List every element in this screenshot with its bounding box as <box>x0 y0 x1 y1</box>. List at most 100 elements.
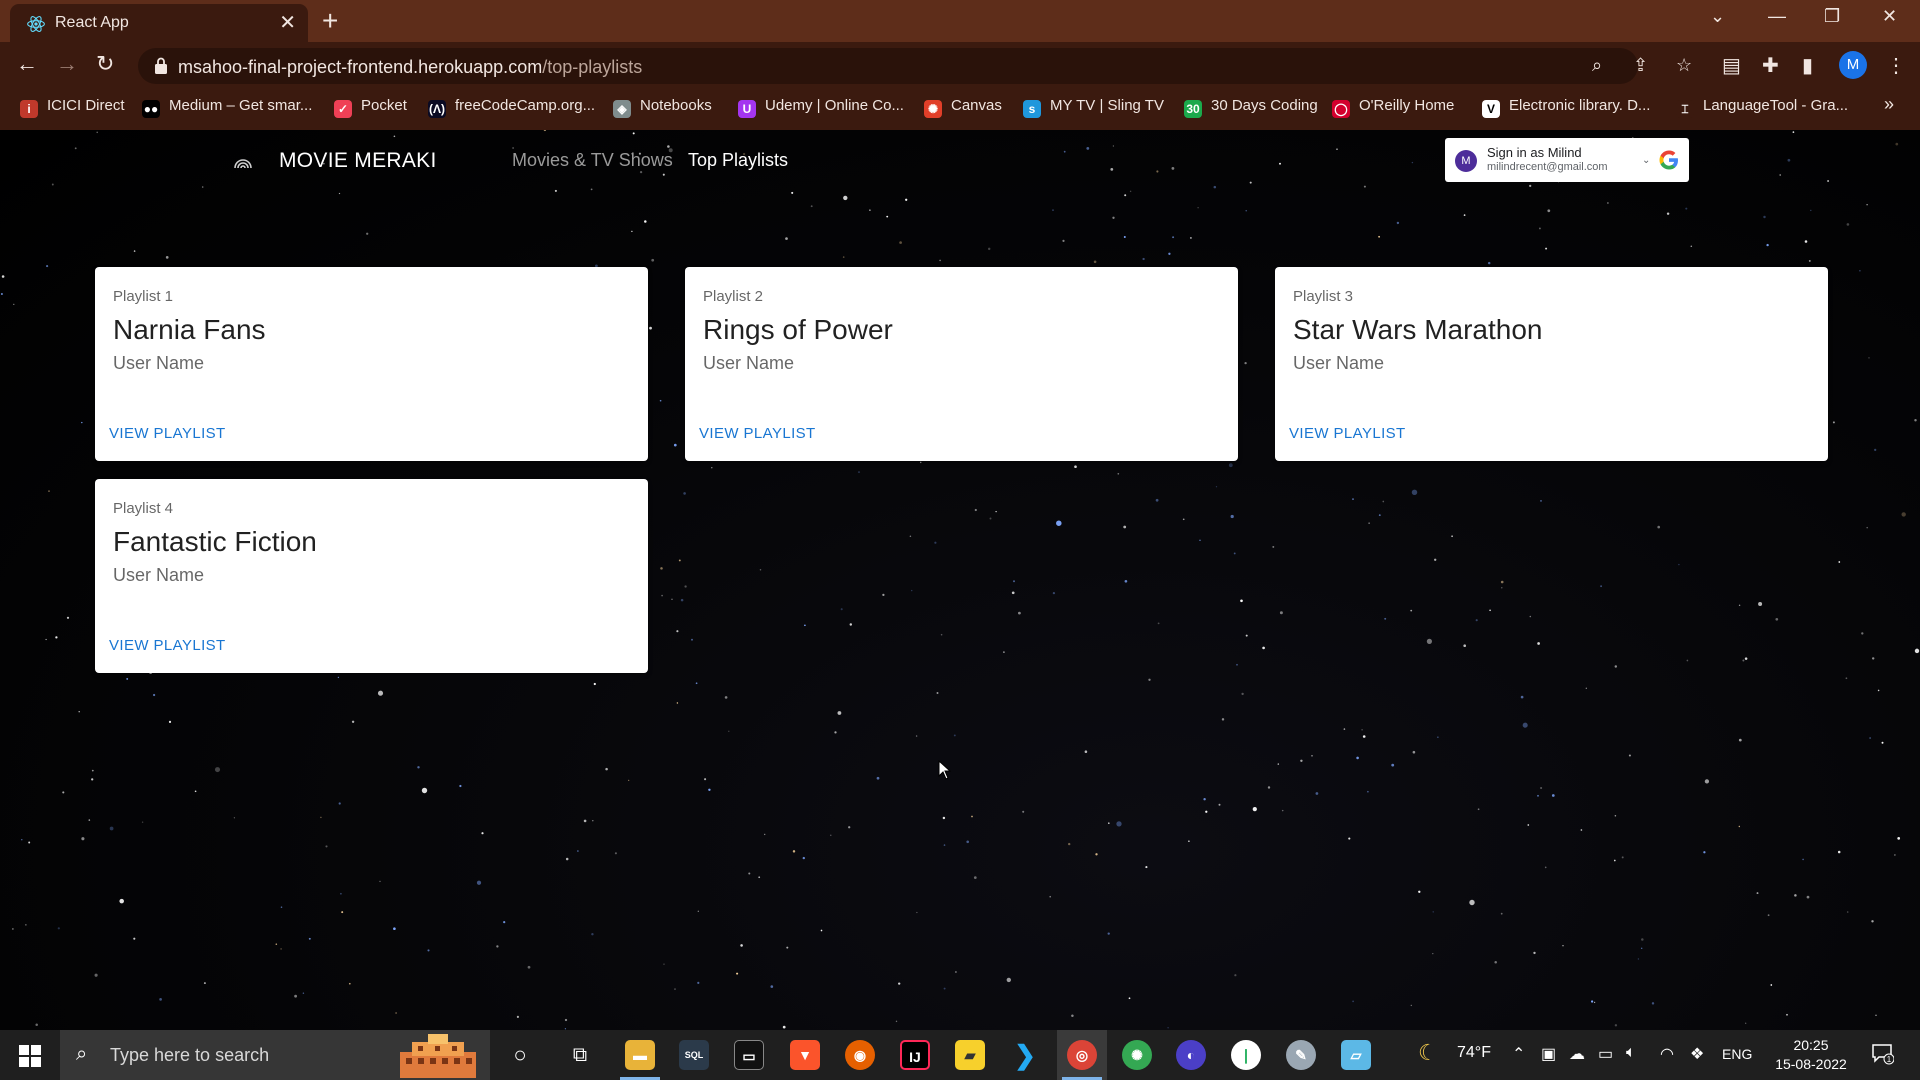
view-playlist-button[interactable]: VIEW PLAYLIST <box>109 637 226 654</box>
google-avatar: M <box>1455 150 1477 172</box>
dropbox-icon[interactable]: ❖ <box>1690 1044 1704 1064</box>
bookmark-item[interactable]: ⌶ LanguageTool - Gra... <box>1676 90 1848 122</box>
bookmark-label: 30 Days Coding <box>1211 97 1318 114</box>
notification-center-icon[interactable]: 1 <box>1870 1041 1894 1065</box>
reload-icon[interactable]: ↻ <box>96 51 114 77</box>
playlist-number: Playlist 1 <box>113 288 174 305</box>
wifi-icon[interactable]: ◠ <box>1660 1044 1674 1064</box>
bookmark-favicon-icon: ◈ <box>613 100 631 118</box>
tab-search-icon[interactable]: ⌄ <box>1710 6 1725 27</box>
bookmarks-bar: i ICICI Direct ●● Medium – Get smar... ✓ Pock… <box>0 90 1920 130</box>
bookmark-favicon-icon: ✓ <box>334 100 352 118</box>
atom-icon[interactable]: ✺ <box>1122 1040 1152 1070</box>
restore-icon[interactable]: ❐ <box>1824 6 1840 27</box>
forward-icon[interactable]: → <box>56 51 78 77</box>
close-window-icon[interactable]: ✕ <box>1882 6 1897 27</box>
bookmark-label: O'Reilly Home <box>1359 97 1455 114</box>
tab-title: React App <box>55 14 129 31</box>
brand-title[interactable]: MOVIE MERAKI <box>279 149 437 173</box>
bookmark-label: freeCodeCamp.org... <box>455 97 596 114</box>
profile-avatar[interactable]: M <box>1839 51 1867 79</box>
nav-movies-tv[interactable]: Movies & TV Shows <box>512 150 673 171</box>
bookmark-favicon-icon: ⌶ <box>1676 100 1694 118</box>
view-playlist-button[interactable]: VIEW PLAYLIST <box>1289 425 1406 442</box>
language-indicator[interactable]: ENG <box>1722 1046 1752 1062</box>
vscode-icon[interactable]: ❯ <box>1010 1040 1040 1070</box>
onedrive-icon[interactable]: ☁ <box>1569 1044 1585 1064</box>
weather-moon-icon[interactable]: ☾ <box>1418 1040 1438 1066</box>
bookmark-item[interactable]: ◯ O'Reilly Home <box>1332 90 1454 122</box>
new-tab-icon[interactable]: + <box>322 5 338 37</box>
menu-kebab-icon[interactable]: ⋮ <box>1886 53 1906 78</box>
file-explorer-icon[interactable]: ▬ <box>625 1040 655 1070</box>
playlist-card: Playlist 4 Fantastic Fiction User Name V… <box>95 479 648 673</box>
bookmark-item[interactable]: ✺ Canvas <box>924 90 1002 122</box>
bookmark-item[interactable]: U Udemy | Online Co... <box>738 90 904 122</box>
bookmark-item[interactable]: ✓ Pocket <box>334 90 407 122</box>
google-signin-email: milindrecent@gmail.com <box>1487 161 1608 173</box>
taskbar-search-placeholder: Type here to search <box>110 1045 270 1065</box>
playlist-card: Playlist 2 Rings of Power User Name VIEW… <box>685 267 1238 461</box>
bookmark-item[interactable]: ●● Medium – Get smar... <box>142 90 312 122</box>
notepad-icon[interactable]: ▱ <box>1341 1040 1371 1070</box>
playlist-user: User Name <box>113 353 205 373</box>
minimize-icon[interactable]: — <box>1768 6 1786 27</box>
bookmark-item[interactable]: i ICICI Direct <box>20 90 125 122</box>
bookmark-favicon-icon: ●● <box>142 100 160 118</box>
bookmark-label: MY TV | Sling TV <box>1050 97 1164 114</box>
tab-close-icon[interactable]: ✕ <box>279 10 296 35</box>
bookmark-star-icon[interactable]: ☆ <box>1676 55 1692 76</box>
bookmark-item[interactable]: ◈ Notebooks <box>613 90 712 122</box>
weather-temperature[interactable]: 74°F <box>1457 1044 1491 1062</box>
nav-top-playlists[interactable]: Top Playlists <box>688 150 788 171</box>
volume-icon[interactable]: 🔈︎ <box>1626 1044 1636 1062</box>
meet-now-icon[interactable]: ▣ <box>1541 1044 1556 1064</box>
bookmark-item[interactable]: s MY TV | Sling TV <box>1023 90 1164 122</box>
url-path: /top-playlists <box>542 57 643 77</box>
zoom-icon[interactable]: ⌕ <box>1592 55 1602 76</box>
windows-start-icon[interactable] <box>19 1045 41 1067</box>
playlist-title: Rings of Power <box>703 314 893 345</box>
address-bar[interactable]: msahoo-final-project-frontend.herokuapp.… <box>138 48 1692 84</box>
brave-icon[interactable]: ▼ <box>790 1040 820 1070</box>
mysql-workbench-icon[interactable]: SQL <box>679 1040 709 1070</box>
firefox-icon[interactable]: ◉ <box>845 1040 875 1070</box>
playlist-card: Playlist 3 Star Wars Marathon User Name … <box>1275 267 1828 461</box>
back-icon[interactable]: ← <box>16 51 38 77</box>
side-panel-icon[interactable]: ▮ <box>1802 53 1813 78</box>
extensions-puzzle-icon[interactable]: ✚ <box>1762 53 1779 78</box>
browser-tab[interactable]: React App ✕ <box>10 4 308 42</box>
chrome-icon[interactable]: ◎ <box>1067 1040 1097 1070</box>
chevron-down-icon: ⌄ <box>1642 155 1651 166</box>
share-icon[interactable]: ⇪ <box>1633 55 1648 76</box>
bookmarks-overflow-icon[interactable]: » <box>1884 94 1894 115</box>
google-signin-title: Sign in as Milind <box>1487 145 1582 160</box>
playlist-user: User Name <box>113 565 205 585</box>
task-view-icon[interactable]: ⧉ <box>565 1040 595 1070</box>
mouse-cursor-icon <box>938 760 952 780</box>
mongodb-compass-icon[interactable]: ❘ <box>1231 1040 1261 1070</box>
paint-icon[interactable]: ✎ <box>1286 1040 1316 1070</box>
lock-icon <box>155 57 167 74</box>
battery-icon[interactable]: ▭ <box>1598 1044 1613 1064</box>
cortana-icon[interactable]: ○ <box>505 1040 535 1070</box>
bookmark-item[interactable]: V Electronic library. D... <box>1482 90 1650 122</box>
google-signin-button[interactable]: M Sign in as Milind milindrecent@gmail.c… <box>1445 138 1689 182</box>
terminal-icon[interactable]: ▭ <box>734 1040 764 1070</box>
bookmark-item[interactable]: 30 30 Days Coding <box>1184 90 1318 122</box>
browser-toolbar: ← → ↻ msahoo-final-project-frontend.hero… <box>0 42 1920 90</box>
sticky-notes-icon[interactable]: ▰ <box>955 1040 985 1070</box>
playlist-number: Playlist 3 <box>1293 288 1354 305</box>
eclipse-icon[interactable]: ◐ <box>1176 1040 1206 1070</box>
view-playlist-button[interactable]: VIEW PLAYLIST <box>699 425 816 442</box>
taskbar-clock[interactable]: 20:25 15-08-2022 <box>1768 1036 1854 1074</box>
taskbar-search-box[interactable]: ⌕ Type here to search <box>60 1030 490 1080</box>
show-hidden-icons-icon[interactable]: ⌃ <box>1512 1044 1525 1064</box>
bookmark-label: Electronic library. D... <box>1509 97 1651 114</box>
bookmark-item[interactable]: (Λ) freeCodeCamp.org... <box>428 90 595 122</box>
notification-count: 1 <box>1887 1055 1892 1064</box>
view-playlist-button[interactable]: VIEW PLAYLIST <box>109 425 226 442</box>
extension-icon[interactable]: ▤ <box>1722 53 1741 78</box>
intellij-icon[interactable]: IJ <box>900 1040 930 1070</box>
bookmark-label: ICICI Direct <box>47 97 125 114</box>
